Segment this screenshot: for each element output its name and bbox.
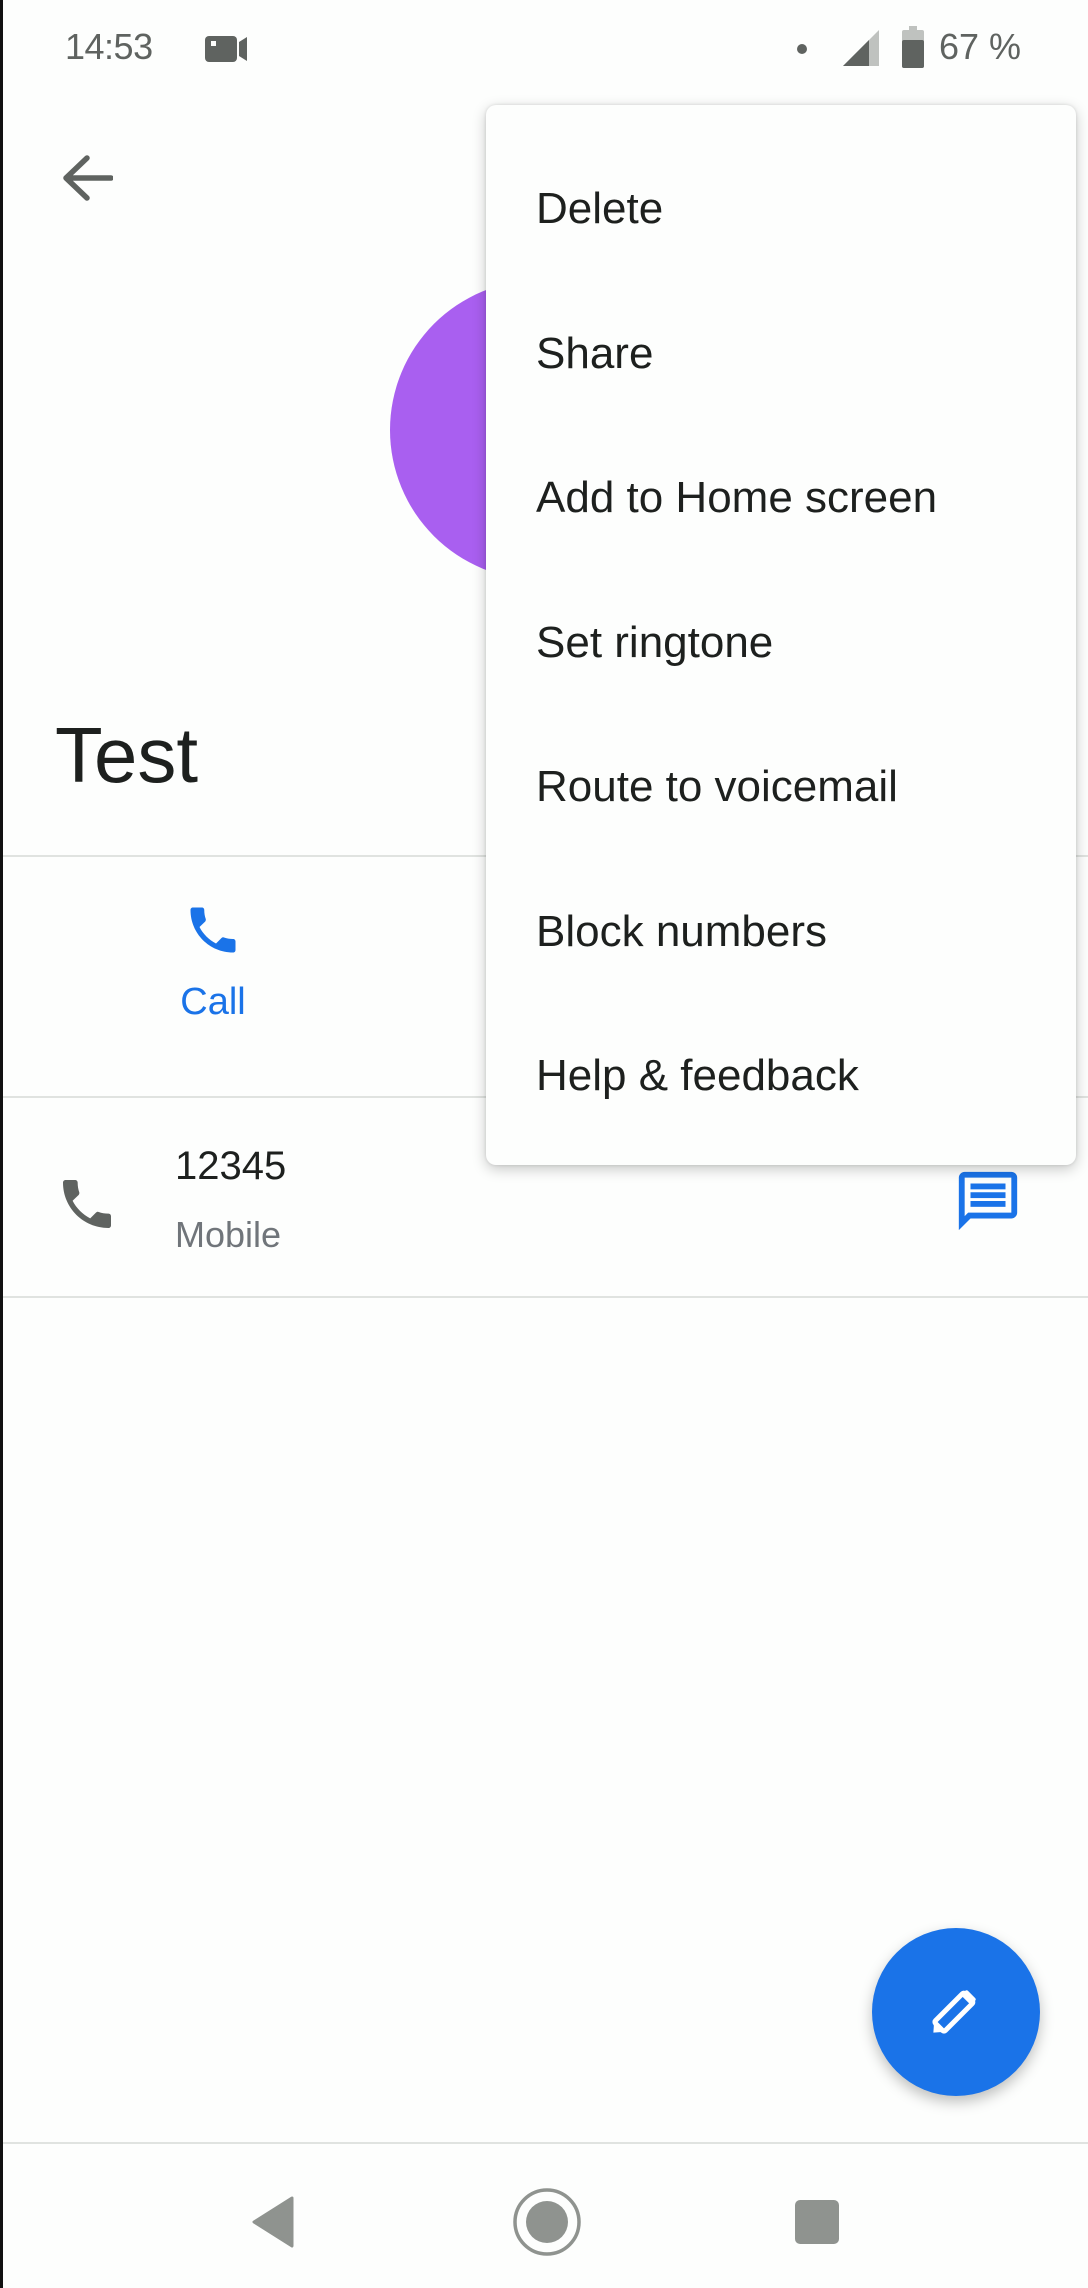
call-button[interactable]: Call [153,900,273,1050]
arrow-left-icon [61,154,114,206]
notification-dot [797,44,807,54]
phone-type: Mobile [175,1214,282,1255]
nav-recents-button[interactable] [767,2174,867,2274]
menu-item-add-to-home-screen[interactable]: Add to Home screen [486,426,1076,571]
menu-item-delete[interactable]: Delete [486,137,1076,282]
nav-home-icon [512,2187,582,2262]
status-time: 14:53 [65,26,153,67]
phone-number: 12345 [175,1144,287,1188]
menu-item-help-feedback[interactable]: Help & feedback [486,1004,1076,1149]
back-button[interactable] [55,148,119,212]
message-button[interactable] [953,1166,1033,1246]
cell-signal-icon [843,30,879,71]
navigation-bar [3,2142,1088,2288]
message-icon [953,1171,1023,1240]
nav-recents-icon [793,2198,841,2251]
contact-name: Test [55,711,199,799]
menu-item-set-ringtone[interactable]: Set ringtone [486,571,1076,716]
battery-level: 67 % [939,26,1022,67]
nav-home-button[interactable] [497,2174,597,2274]
edit-contact-button[interactable] [872,1928,1040,2096]
menu-item-route-to-voicemail[interactable]: Route to voicemail [486,715,1076,860]
phone-icon [183,900,243,965]
call-label: Call [180,981,246,1023]
status-bar: 14:53 67 % [3,0,1088,100]
overflow-menu: Delete Share Add to Home screen Set ring… [486,105,1076,1165]
menu-item-share[interactable]: Share [486,282,1076,427]
nav-back-icon [250,2196,296,2253]
pencil-icon [924,1978,988,2047]
nav-back-button[interactable] [223,2174,323,2274]
menu-item-block-numbers[interactable]: Block numbers [486,860,1076,1005]
divider [3,1296,1088,1298]
video-camera-icon [205,34,249,69]
phone-icon [55,1172,119,1241]
battery-icon [902,26,924,73]
